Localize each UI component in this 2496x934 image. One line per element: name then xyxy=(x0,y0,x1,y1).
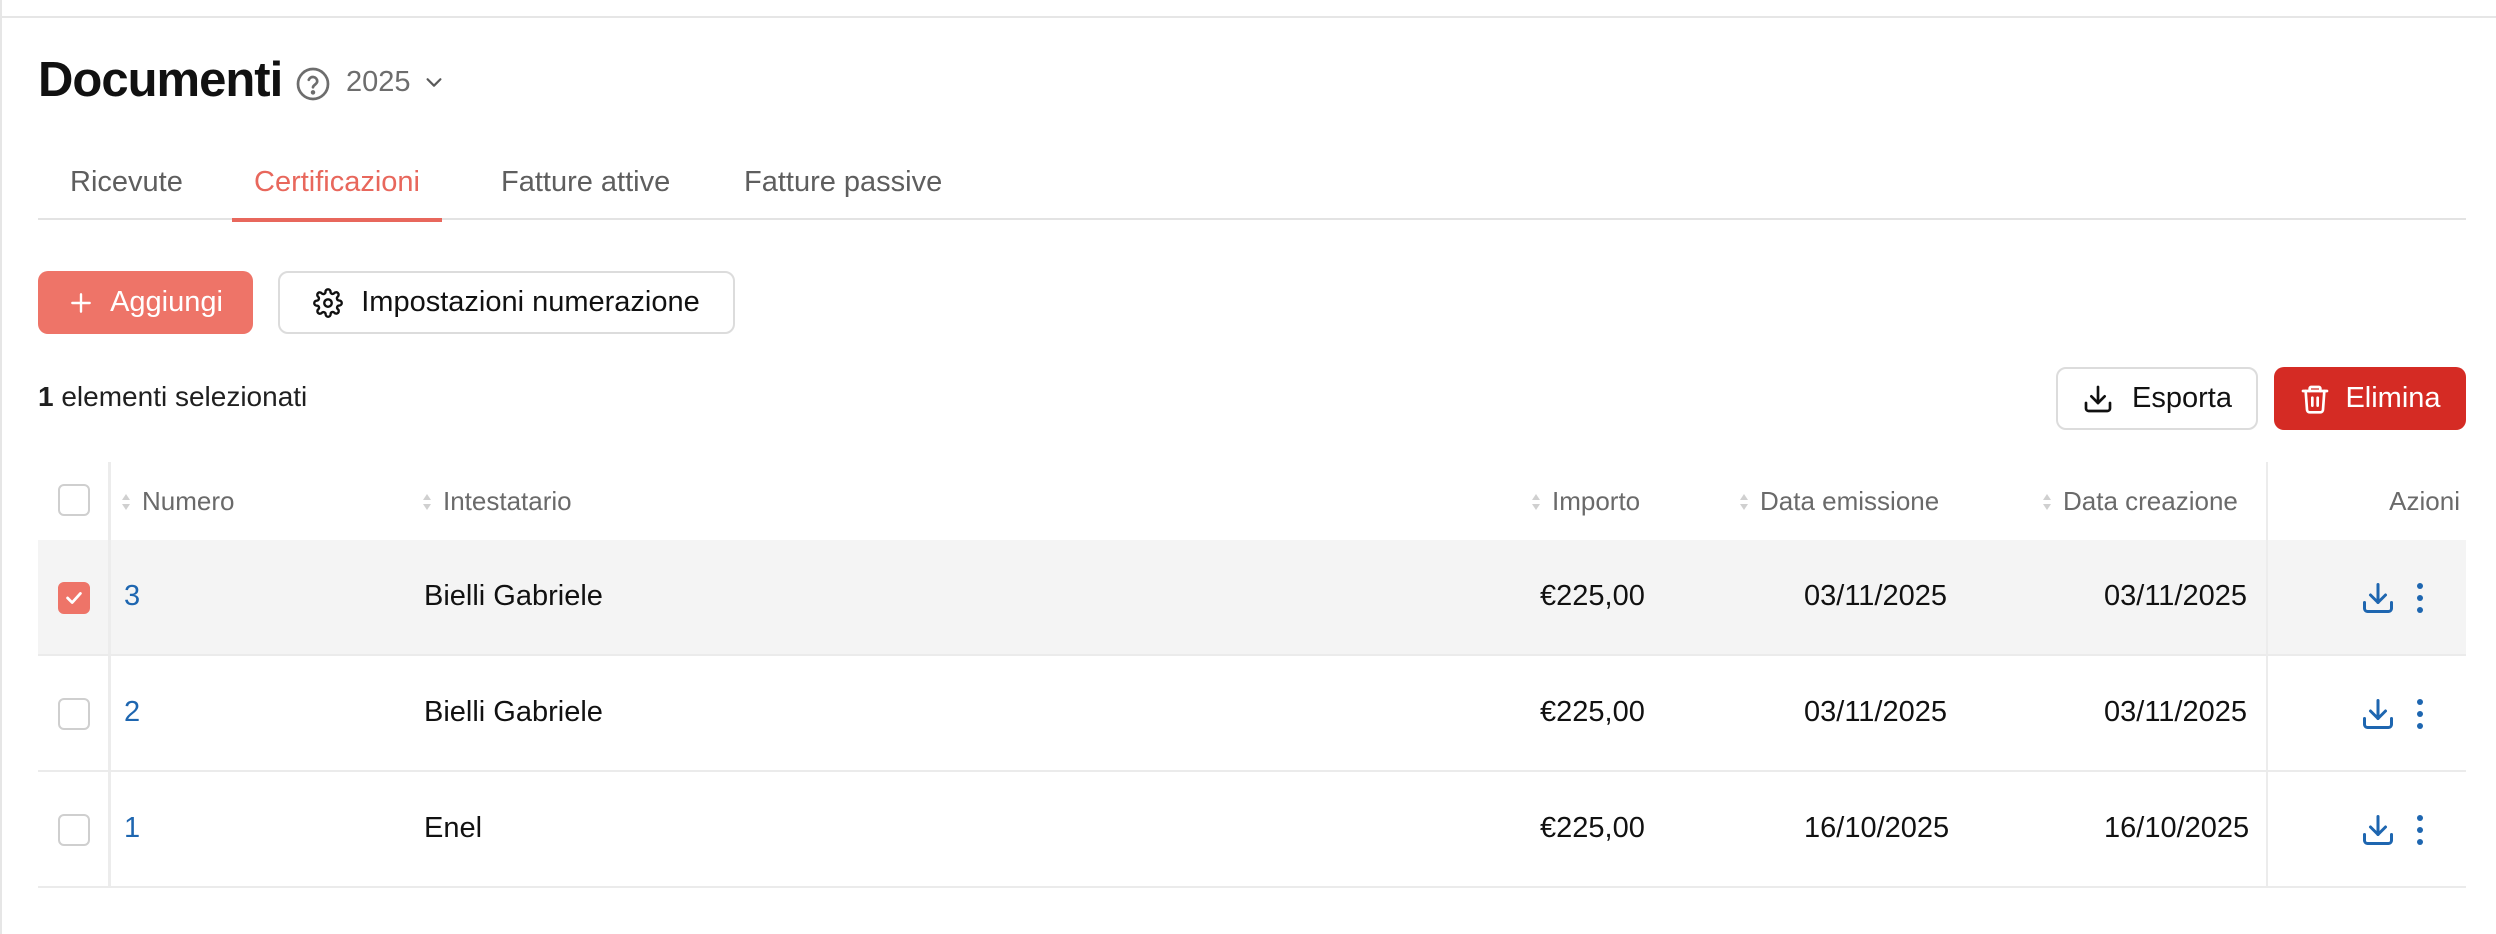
add-button[interactable]: Aggiungi xyxy=(38,271,253,334)
selection-count: 1 elementi selezionati xyxy=(38,381,307,413)
column-divider xyxy=(2266,540,2268,654)
delete-button[interactable]: Elimina xyxy=(2274,367,2466,430)
download-icon xyxy=(2084,385,2112,412)
tab-fatture-attive[interactable]: Fatture attive xyxy=(501,166,670,213)
plus-icon xyxy=(71,292,91,313)
year-value: 2025 xyxy=(346,65,411,98)
row-checkbox[interactable] xyxy=(58,814,90,846)
column-header-label: Data emissione xyxy=(1760,486,1940,516)
column-header-label: Data creazione xyxy=(2063,486,2238,516)
document-number-link[interactable]: 1 xyxy=(124,812,140,845)
document-number-link[interactable]: 3 xyxy=(124,580,140,613)
holder-name: Enel xyxy=(424,812,483,844)
top-divider xyxy=(2,16,2496,18)
creation-date: 16/10/2025 xyxy=(2104,812,2250,844)
download-icon[interactable] xyxy=(2360,812,2396,853)
issue-date: 03/11/2025 xyxy=(1804,696,1947,728)
export-button[interactable]: Esporta xyxy=(2056,367,2258,430)
check-icon xyxy=(66,592,82,604)
column-header-label: Numero xyxy=(142,486,235,516)
chevron-down-icon xyxy=(425,78,442,87)
sort-icon xyxy=(2043,493,2051,510)
question-circle-icon[interactable] xyxy=(295,66,331,102)
document-number-link[interactable]: 2 xyxy=(124,696,140,729)
page-title: Documenti xyxy=(38,53,283,107)
column-header-data-emissione[interactable]: Data emissione xyxy=(1738,486,1939,517)
column-header-label: Importo xyxy=(1552,486,1641,516)
tab-fatture-passive[interactable]: Fatture passive xyxy=(744,166,942,213)
creation-date: 03/11/2025 xyxy=(2104,696,2247,728)
column-divider xyxy=(108,772,111,886)
more-vertical-icon[interactable] xyxy=(2414,580,2426,621)
add-button-label: Aggiungi xyxy=(110,286,223,318)
table-row[interactable]: 3 Bielli Gabriele €225,00 03/11/2025 03/… xyxy=(38,540,2466,656)
holder-name: Bielli Gabriele xyxy=(424,580,603,612)
column-divider xyxy=(108,656,111,770)
trash-icon xyxy=(2302,385,2329,414)
numbering-settings-button[interactable]: Impostazioni numerazione xyxy=(278,271,735,334)
column-header-importo[interactable]: Importo xyxy=(1530,486,1640,517)
amount: €225,00 xyxy=(1540,580,1645,612)
tab-bar: Ricevute Certificazioni Fatture attive F… xyxy=(38,150,2466,222)
row-checkbox[interactable] xyxy=(58,698,90,730)
sort-icon xyxy=(1532,493,1540,510)
table-row[interactable]: 2 Bielli Gabriele €225,00 03/11/2025 03/… xyxy=(38,656,2466,772)
tab-certificazioni[interactable]: Certificazioni xyxy=(232,166,442,222)
export-button-label: Esporta xyxy=(2132,382,2232,414)
app-frame: Documenti 2025 Ricevute Certificazioni F… xyxy=(0,0,2496,934)
column-header-intestatario[interactable]: Intestatario xyxy=(421,486,572,517)
more-vertical-icon[interactable] xyxy=(2414,696,2426,737)
column-header-azioni: Azioni xyxy=(2389,486,2460,517)
sort-icon xyxy=(122,493,130,510)
amount: €225,00 xyxy=(1540,812,1645,844)
holder-name: Bielli Gabriele xyxy=(424,696,603,728)
column-header-label: Intestatario xyxy=(443,486,572,516)
column-header-data-creazione[interactable]: Data creazione xyxy=(2041,486,2238,517)
download-icon[interactable] xyxy=(2360,580,2396,621)
selection-count-text: elementi selezionati xyxy=(61,381,308,412)
numbering-settings-label: Impostazioni numerazione xyxy=(361,286,700,318)
select-all-checkbox[interactable] xyxy=(58,484,90,516)
tab-ricevute[interactable]: Ricevute xyxy=(70,166,183,213)
amount: €225,00 xyxy=(1540,696,1645,728)
column-divider xyxy=(108,540,111,654)
delete-button-label: Elimina xyxy=(2345,382,2441,414)
creation-date: 03/11/2025 xyxy=(2104,580,2247,612)
row-checkbox[interactable] xyxy=(58,582,90,614)
more-vertical-icon[interactable] xyxy=(2414,812,2426,853)
table-row[interactable]: 1 Enel €225,00 16/10/2025 16/10/2025 xyxy=(38,772,2466,888)
year-select[interactable]: 2025 xyxy=(346,62,445,102)
gear-icon xyxy=(313,287,344,318)
column-divider xyxy=(2266,772,2268,886)
download-icon[interactable] xyxy=(2360,696,2396,737)
column-header-label: Azioni xyxy=(2389,486,2460,516)
column-divider xyxy=(2266,462,2268,540)
column-divider xyxy=(2266,656,2268,770)
column-header-numero[interactable]: Numero xyxy=(120,486,234,517)
issue-date: 03/11/2025 xyxy=(1804,580,1947,612)
sort-icon xyxy=(1740,493,1748,510)
sort-icon xyxy=(423,493,431,510)
table-header: Numero Intestatario Importo Data emissio… xyxy=(38,462,2466,540)
issue-date: 16/10/2025 xyxy=(1804,812,1950,844)
documents-table: Numero Intestatario Importo Data emissio… xyxy=(38,462,2466,888)
selection-count-number: 1 xyxy=(38,381,54,412)
column-divider xyxy=(108,462,111,540)
